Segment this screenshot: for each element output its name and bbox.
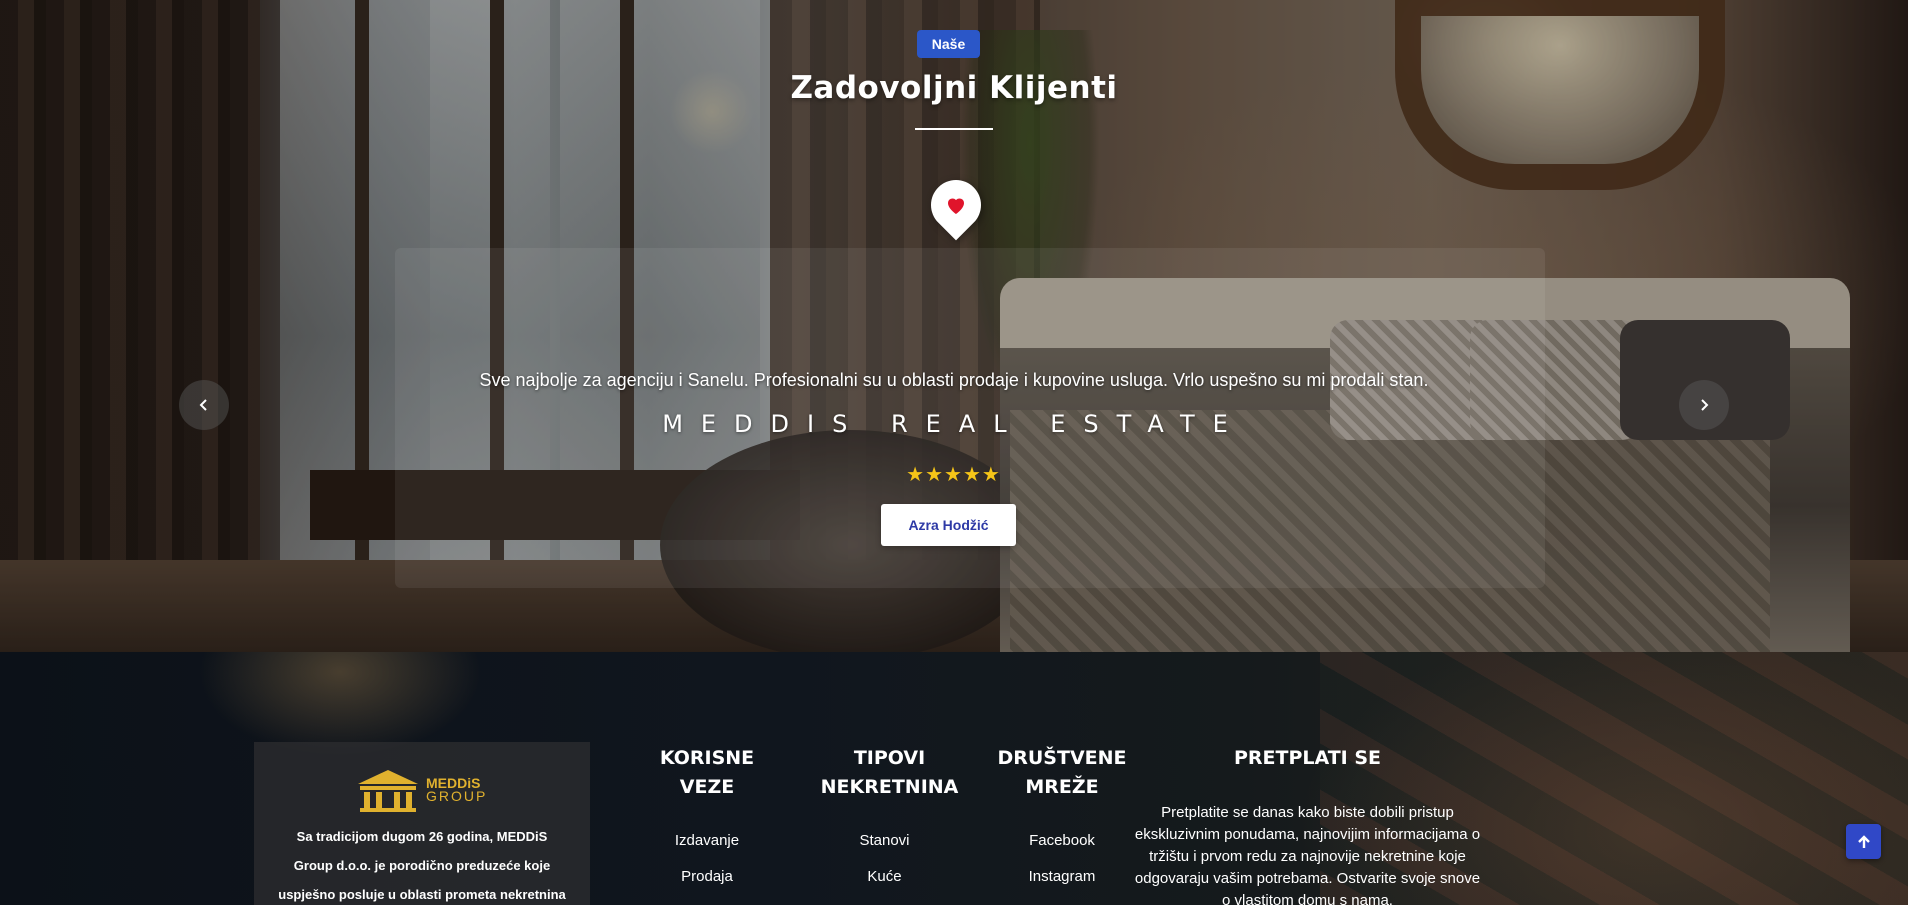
section-title: Zadovoljni Klijenti — [790, 70, 1118, 106]
subscribe-title: PRETPLATI SE — [1233, 747, 1382, 769]
footer-link-stanovi[interactable]: Stanovi — [812, 832, 957, 849]
testimonial-quote: Sve najbolje za agenciju i Sanelu. Profe… — [479, 370, 1429, 390]
carousel-next-button[interactable] — [1679, 380, 1729, 430]
chevron-left-icon — [199, 399, 207, 411]
client-name-button[interactable]: Azra Hodžić — [881, 504, 1016, 546]
logo-building-icon — [358, 770, 418, 812]
about-text: Sa tradicijom dugom 26 godina, MEDDiS Gr… — [278, 829, 566, 902]
star-icon: ★ — [962, 464, 981, 486]
company-logo[interactable]: MEDDiS GROUP — [356, 768, 487, 812]
footer-link-facebook[interactable]: Facebook — [994, 832, 1130, 849]
company-name: MEDDIS REAL ESTATE — [662, 410, 1246, 438]
star-icon: ★ — [906, 464, 925, 486]
scroll-to-top-button[interactable] — [1846, 824, 1881, 859]
logo-text: MEDDiS GROUP — [426, 775, 488, 804]
carousel-prev-button[interactable] — [179, 380, 229, 430]
property-types-title: TIPOVI NEKRETNINA — [820, 747, 959, 798]
star-icon: ★ — [944, 464, 962, 486]
footer-link-instagram[interactable]: Instagram — [994, 868, 1130, 885]
about-box: MEDDiS GROUP Sa tradicijom dugom 26 godi… — [254, 742, 590, 905]
footer-link-prodaja[interactable]: Prodaja — [646, 868, 768, 885]
star-icon: ★ — [925, 464, 944, 486]
subscribe-text: Pretplatite se danas kako biste dobili p… — [1134, 804, 1481, 905]
arrow-up-icon — [1857, 834, 1870, 848]
footer-link-izdavanje[interactable]: Izdavanje — [646, 832, 768, 849]
section-badge: Naše — [917, 30, 980, 58]
social-title: DRUŠTVENE MREŽE — [997, 747, 1127, 798]
testimonials-section: Naše Zadovoljni Klijenti Sve najbolje za… — [0, 0, 1908, 652]
rating-stars: ★ ★ ★ ★ ★ — [898, 465, 1008, 485]
useful-links-title: KORISNE VEZE — [659, 747, 755, 798]
chevron-right-icon — [1701, 399, 1709, 411]
title-underline — [915, 128, 993, 130]
footer-link-kuce[interactable]: Kuće — [812, 868, 957, 885]
site-footer: MEDDiS GROUP Sa tradicijom dugom 26 godi… — [0, 652, 1908, 905]
heart-icon — [948, 198, 964, 214]
star-icon: ★ — [981, 464, 1000, 486]
